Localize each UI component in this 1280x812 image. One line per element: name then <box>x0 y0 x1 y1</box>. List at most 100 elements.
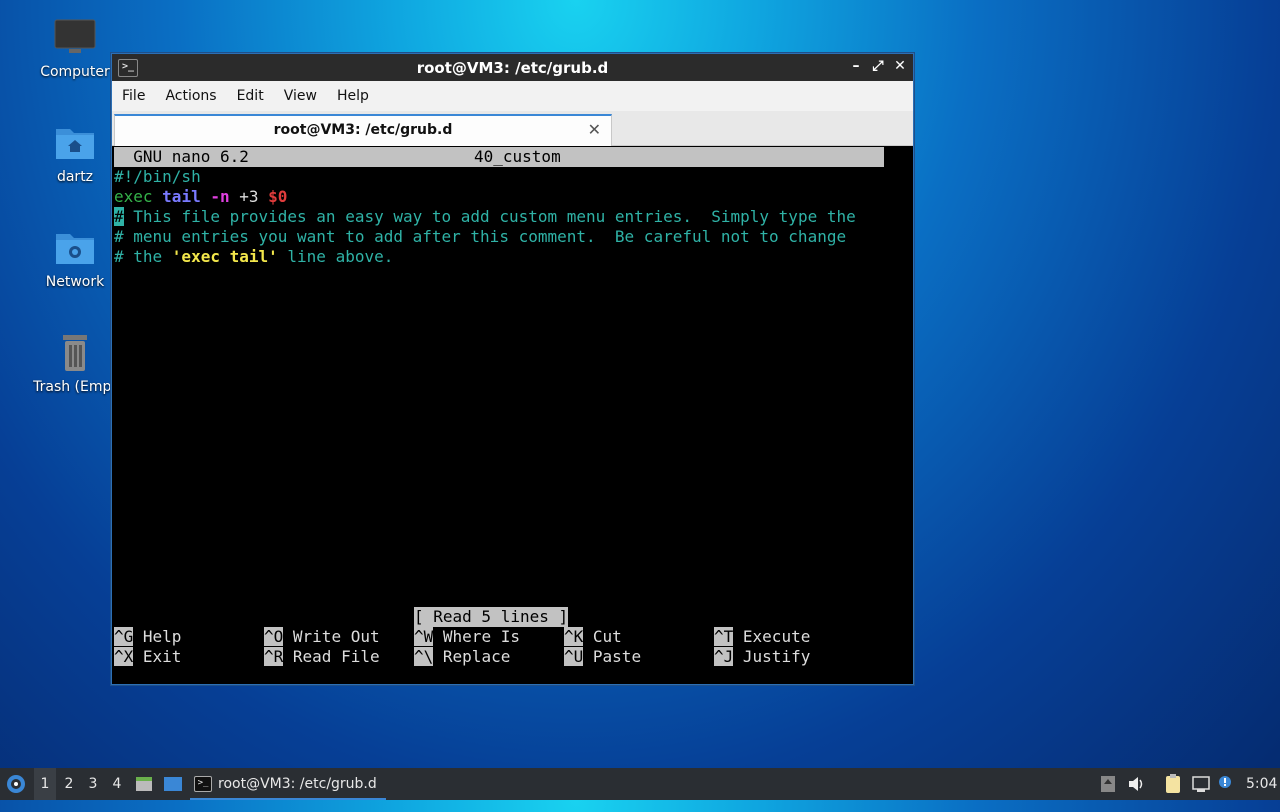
shortcut-key: ^G <box>114 627 134 646</box>
workspace-1[interactable]: 1 <box>34 768 56 800</box>
desktop-icon-trash[interactable]: Trash (Empt <box>27 333 123 395</box>
shortcut-label: Justify <box>742 647 811 666</box>
menu-edit[interactable]: Edit <box>227 88 274 104</box>
nano-filename: 40_custom <box>474 147 561 166</box>
workspace-4[interactable]: 4 <box>106 768 128 800</box>
shortcut-key: ^W <box>414 627 434 646</box>
start-menu-button[interactable] <box>4 768 30 800</box>
token-flag: -n <box>210 187 230 206</box>
shortcut-exit[interactable]: ^X Exit <box>114 647 181 667</box>
menu-actions[interactable]: Actions <box>155 88 226 104</box>
file-manager-icon <box>136 777 152 791</box>
terminal-content[interactable]: GNU nano 6.2 40_custom #!/bin/sh exec tai… <box>114 147 910 681</box>
workspace-2[interactable]: 2 <box>58 768 80 800</box>
desktop-icon-label: Computer <box>40 64 110 80</box>
terminal-icon: >_ <box>194 776 212 792</box>
shortcut-label: Replace <box>442 647 511 666</box>
desktop-icon-label: Network <box>45 274 105 290</box>
file-manager-launcher[interactable] <box>134 768 154 800</box>
shortcut-key: ^J <box>714 647 734 666</box>
taskbar-task-terminal[interactable]: >_ root@VM3: /etc/grub.d <box>190 768 386 800</box>
notification-icon <box>1219 776 1231 788</box>
tray-clipboard[interactable] <box>1162 768 1184 800</box>
tab-bar: root@VM3: /etc/grub.d ✕ <box>112 111 913 146</box>
computer-icon <box>53 18 97 58</box>
line-text: This file provides an easy way to add cu… <box>123 207 856 226</box>
tab-title: root@VM3: /etc/grub.d <box>273 122 453 138</box>
nano-header: GNU nano 6.2 40_custom <box>114 147 884 167</box>
shortcut-justify[interactable]: ^J Justify <box>714 647 810 667</box>
shortcut-key: ^U <box>564 647 584 666</box>
lubuntu-logo-icon <box>7 775 25 793</box>
menu-bar: File Actions Edit View Help <box>112 81 913 111</box>
tab-terminal[interactable]: root@VM3: /etc/grub.d ✕ <box>114 114 612 146</box>
network-folder-icon <box>53 228 97 268</box>
shortcut-write-out[interactable]: ^O Write Out <box>264 627 380 647</box>
tray-volume[interactable] <box>1126 768 1146 800</box>
desktop-icon-label: dartz <box>56 169 94 185</box>
menu-view[interactable]: View <box>274 88 327 104</box>
shortcut-key: ^K <box>564 627 584 646</box>
text-cursor: # <box>114 207 124 226</box>
shortcut-where-is[interactable]: ^W Where Is <box>414 627 520 647</box>
workspace-3[interactable]: 3 <box>82 768 104 800</box>
desktop-icon-dartz[interactable]: dartz <box>27 123 123 185</box>
close-button[interactable]: ✕ <box>893 58 907 74</box>
tray-network[interactable] <box>1190 768 1212 800</box>
token-tail: tail <box>162 187 201 206</box>
maximize-button[interactable]: ⤢ <box>871 58 885 74</box>
show-desktop-button[interactable] <box>162 768 184 800</box>
clock[interactable]: 5:04 <box>1246 768 1277 800</box>
shortcut-key: ^R <box>264 647 284 666</box>
shortcut-label: Help <box>142 627 182 646</box>
minimize-button[interactable]: – <box>849 58 863 74</box>
shortcut-execute[interactable]: ^T Execute <box>714 627 810 647</box>
tray-updates[interactable] <box>1098 768 1118 800</box>
file-line-1: #!/bin/sh <box>114 167 201 186</box>
taskbar: 1 2 3 4 >_ root@VM3: /etc/grub.d 5:04 <box>0 768 1280 800</box>
desktop-icon-computer[interactable]: Computer <box>27 18 123 80</box>
line-text-highlight: 'exec tail' <box>171 247 278 266</box>
file-line-5: # the 'exec tail' line above. <box>114 247 393 267</box>
token-exec: exec <box>114 187 163 206</box>
shortcut-paste[interactable]: ^U Paste <box>564 647 641 667</box>
shortcut-label: Paste <box>592 647 642 666</box>
shortcut-label: Read File <box>292 647 380 666</box>
shortcut-cut[interactable]: ^K Cut <box>564 627 622 647</box>
update-arrow-icon <box>1101 776 1115 792</box>
tray-notification[interactable] <box>1216 768 1236 800</box>
shortcut-label: Exit <box>142 647 182 666</box>
nano-status: [ Read 5 lines ] <box>414 607 569 627</box>
token-arg: +3 <box>229 187 269 206</box>
shortcut-label: Where Is <box>442 627 520 646</box>
line-text: line above. <box>277 247 394 266</box>
line-text: # the <box>114 247 172 266</box>
terminal-window: >_ root@VM3: /etc/grub.d – ⤢ ✕ File Acti… <box>111 53 914 685</box>
shortcut-key: ^\ <box>414 647 434 666</box>
desktop-icon <box>164 777 182 791</box>
shortcut-read-file[interactable]: ^R Read File <box>264 647 380 667</box>
file-line-4: # menu entries you want to add after thi… <box>114 227 847 246</box>
desktop-icon-label: Trash (Empt <box>33 379 117 395</box>
window-titlebar[interactable]: >_ root@VM3: /etc/grub.d – ⤢ ✕ <box>112 54 913 81</box>
desktop-icon-network[interactable]: Network <box>27 228 123 290</box>
shortcut-key: ^O <box>264 627 284 646</box>
menu-help[interactable]: Help <box>327 88 379 104</box>
volume-icon <box>1129 777 1143 791</box>
shortcut-help[interactable]: ^G Help <box>114 627 181 647</box>
menu-file[interactable]: File <box>112 88 155 104</box>
home-folder-icon <box>53 123 97 163</box>
file-line-2: exec tail -n +3 $0 <box>114 187 287 207</box>
shortcut-key: ^T <box>714 627 734 646</box>
task-title: root@VM3: /etc/grub.d <box>218 776 377 792</box>
clipboard-icon <box>1166 774 1180 793</box>
shortcut-replace[interactable]: ^\ Replace <box>414 647 510 667</box>
file-line-3: # This file provides an easy way to add … <box>114 207 856 227</box>
tab-close-icon[interactable]: ✕ <box>588 120 601 139</box>
shortcut-key: ^X <box>114 647 134 666</box>
window-title: root@VM3: /etc/grub.d <box>416 59 609 77</box>
token-var: $0 <box>268 187 288 206</box>
shortcut-label: Write Out <box>292 627 380 646</box>
shortcut-label: Cut <box>592 627 622 646</box>
